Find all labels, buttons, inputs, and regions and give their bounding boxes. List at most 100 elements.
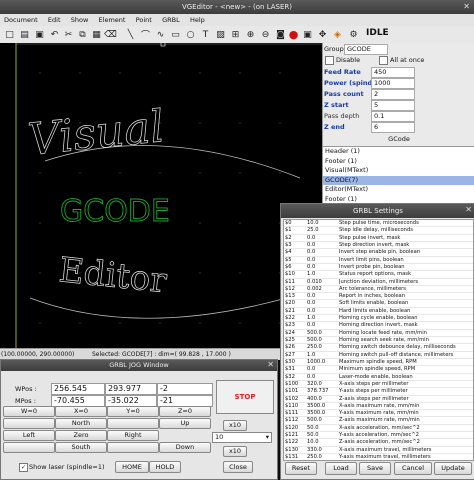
table-row[interactable]: $120 50.0 X-axis acceleration, mm/sec^2 (284, 425, 473, 433)
empty-jog-button[interactable] (107, 418, 159, 429)
gcode-text[interactable]: GCODE (60, 194, 171, 230)
circle-tool-icon[interactable]: ○ (184, 28, 197, 41)
table-row[interactable]: $20 0.0 Soft limits enable, boolean (284, 300, 473, 308)
group-field[interactable]: GCODE (344, 44, 388, 55)
table-row[interactable]: $1 25.0 Step idle delay, milliseconds (284, 227, 473, 235)
cancel-button[interactable]: Cancel (394, 462, 432, 475)
close-window-icon[interactable]: ✕ (463, 0, 470, 14)
pass-count-field[interactable]: 2 (371, 89, 415, 100)
setting-value[interactable]: 0.002 (307, 286, 339, 292)
save-icon[interactable]: ▣ (33, 28, 46, 41)
show-laser-checkbox[interactable]: ✓ (19, 463, 28, 472)
empty-jog-button[interactable] (3, 442, 55, 453)
south-button[interactable]: South (55, 442, 107, 453)
setting-value[interactable]: 10.0 (307, 220, 339, 226)
table-row[interactable]: $30 1000.0 Maximum spindle speed, RPM (284, 359, 473, 367)
image-tool-icon[interactable]: ▨ (214, 28, 227, 41)
polyline-tool-icon[interactable]: ⌒ (139, 28, 152, 41)
north-button[interactable]: North (55, 418, 107, 429)
table-row[interactable]: $6 0.0 Invert probe pin, boolean (284, 264, 473, 272)
table-row[interactable]: $2 0.0 Step pulse invert, mask (284, 235, 473, 242)
list-item[interactable]: Footer (1) (323, 157, 474, 167)
close-icon[interactable]: ✕ (267, 360, 274, 369)
curve-tool-icon[interactable]: ∿ (154, 28, 167, 41)
table-row[interactable]: $26 250.0 Homing switch debounce delay, mi… (284, 344, 473, 352)
setting-value[interactable]: 1.0 (307, 315, 339, 321)
zero-button[interactable]: Zero (55, 430, 107, 441)
setting-value[interactable]: 378.737 (307, 388, 339, 394)
table-row[interactable]: $101 378.737 Y-axis steps per millimeter (284, 388, 473, 396)
delete-icon[interactable]: ⌫ (104, 28, 117, 41)
zoom-in-icon[interactable]: ⊕ (244, 28, 257, 41)
table-row[interactable]: $21 0.0 Hard limits enable, boolean (284, 308, 473, 316)
setting-value[interactable]: 25.0 (307, 227, 339, 233)
setting-value[interactable]: 50.0 (307, 432, 339, 438)
table-row[interactable]: $121 50.0 Y-axis acceleration, mm/sec^2 (284, 432, 473, 440)
setting-value[interactable]: 10.0 (307, 439, 339, 445)
table-row[interactable]: $24 500.0 Homing locate feed rate, mm/min (284, 330, 473, 337)
setting-value[interactable]: 250.0 (307, 344, 339, 350)
menu-element[interactable]: Element (95, 14, 130, 26)
stop-button[interactable]: STOP (216, 380, 274, 414)
table-row[interactable]: $10 1.0 Status report options, mask (284, 271, 473, 279)
table-row[interactable]: $25 500.0 Homing search seek rate, mm/min (284, 337, 473, 345)
power-field[interactable]: 1000 (371, 78, 415, 89)
w-zero-button[interactable]: W=0 (3, 406, 55, 417)
record-icon[interactable]: ● (287, 28, 300, 41)
table-row[interactable]: $112 500.0 Z-axis maximum rate, mm/min (284, 417, 473, 425)
table-row[interactable]: $31 0.0 Minimum spindle speed, RPM (284, 366, 473, 374)
z-start-field[interactable]: 5 (371, 100, 415, 111)
list-item[interactable]: Editor(MText) (323, 185, 474, 195)
new-document-icon[interactable]: □ (3, 28, 16, 41)
table-row[interactable]: $3 0.0 Step direction invert, mask (284, 242, 473, 250)
table-row[interactable]: $110 3500.0 X-axis maximum rate, mm/min (284, 403, 473, 411)
settings-gear-icon[interactable]: ⚙ (347, 28, 360, 41)
hold-button[interactable]: HOLD (149, 461, 181, 473)
console-icon[interactable]: ▣ (301, 28, 314, 41)
visual-text[interactable]: Visual (25, 101, 167, 167)
setting-value[interactable]: 3500.0 (307, 410, 339, 416)
line-tool-icon[interactable]: ╲ (124, 28, 137, 41)
setting-value[interactable]: 0.0 (307, 322, 339, 328)
setting-value[interactable]: 0.0 (307, 366, 339, 372)
all-at-once-checkbox[interactable] (379, 56, 388, 65)
setting-value[interactable]: 400.0 (307, 396, 339, 402)
menu-edit[interactable]: Edit (44, 14, 65, 26)
paste-icon[interactable]: ▦ (90, 28, 103, 41)
table-row[interactable]: $27 1.0 Homing switch pull-off distance, m… (284, 352, 473, 359)
table-row[interactable]: $100 320.0 X-axis steps per millimeter (284, 381, 473, 389)
reset-button[interactable]: Reset (285, 462, 317, 475)
setting-value[interactable]: 0.0 (307, 235, 339, 241)
left-button[interactable]: Left (3, 430, 55, 441)
x-zero-button[interactable]: X=0 (55, 406, 107, 417)
table-row[interactable]: $0 10.0 Step pulse time, microseconds (284, 220, 473, 228)
right-button[interactable]: Right (107, 430, 159, 441)
list-item[interactable]: Header (1) (323, 147, 474, 157)
drawing-canvas[interactable]: Visual GCODE Editor (0, 43, 322, 348)
feed-rate-field[interactable]: 450 (371, 67, 415, 78)
table-row[interactable]: $23 0.0 Homing direction invert, mask (284, 322, 473, 330)
menu-point[interactable]: Point (132, 14, 156, 26)
setting-value[interactable]: 0.0 (307, 242, 339, 248)
setting-value[interactable]: 0.0 (307, 308, 339, 314)
table-row[interactable]: $22 1.0 Homing cycle enable, boolean (284, 315, 473, 323)
home-button[interactable]: HOME (115, 461, 149, 473)
z-zero-button[interactable]: Z=0 (159, 406, 211, 417)
setting-value[interactable]: 250.0 (307, 454, 339, 460)
empty-jog-button[interactable] (3, 418, 55, 429)
zoom-out-icon[interactable]: ⊖ (259, 28, 272, 41)
setting-value[interactable]: 330.0 (307, 447, 339, 453)
table-row[interactable]: $11 0.010 Junction deviation, millimeters (284, 279, 473, 286)
table-row[interactable]: $102 400.0 Z-axis steps per millimeter (284, 396, 473, 403)
y-zero-button[interactable]: Y=0 (107, 406, 159, 417)
pass-depth-field[interactable]: 0.1 (371, 111, 415, 122)
jog-window-icon[interactable]: ✥ (316, 28, 329, 41)
setting-value[interactable]: 0.0 (307, 300, 339, 306)
x10-up-button[interactable]: x10 (223, 420, 247, 431)
undo-icon[interactable]: ↶ (48, 28, 61, 41)
setting-value[interactable]: 0.0 (307, 293, 339, 299)
grbl-settings-table[interactable]: $0 10.0 Step pulse time, microseconds $1 25.… (283, 219, 474, 461)
up-button[interactable]: Up (159, 418, 211, 429)
empty-jog-button[interactable] (107, 442, 159, 453)
layer-list[interactable]: Header (1) Footer (1) Visual(MText) GCOD… (323, 146, 474, 204)
